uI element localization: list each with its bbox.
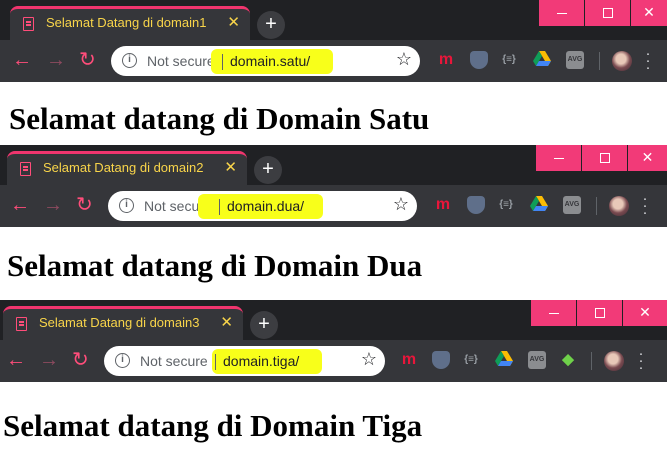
bookmark-star-icon[interactable]: ☆: [396, 49, 412, 70]
maximize-button[interactable]: [577, 300, 622, 326]
url-text[interactable]: domain.dua/: [227, 198, 304, 214]
extension-m-icon[interactable]: m: [400, 351, 418, 369]
maximize-button[interactable]: [582, 145, 627, 171]
minimize-button[interactable]: [539, 0, 584, 26]
reload-icon[interactable]: ↻: [79, 49, 96, 71]
bookmark-star-icon[interactable]: ☆: [361, 349, 377, 370]
tab-title: Selamat Datang di domain3: [39, 315, 200, 330]
menu-kebab-icon[interactable]: · · ·: [638, 346, 644, 375]
browser-chrome: Selamat Datang di domain2 ✕ + ✕ ← → ↻ i …: [0, 145, 667, 227]
tab-close-icon[interactable]: ✕: [224, 158, 237, 176]
new-tab-button[interactable]: +: [257, 11, 285, 39]
toolbar-divider: [599, 52, 600, 70]
profile-avatar[interactable]: [604, 351, 624, 371]
minimize-button[interactable]: [536, 145, 581, 171]
security-label: Not secure: [140, 353, 208, 369]
page-icon: [16, 317, 27, 331]
extension-m-icon[interactable]: m: [437, 51, 455, 69]
close-window-button[interactable]: ✕: [623, 300, 667, 326]
url-text[interactable]: domain.satu/: [230, 53, 310, 69]
json-viewer-icon[interactable]: {≡}: [500, 51, 518, 69]
minimize-icon: [548, 312, 559, 314]
browser-chrome: Selamat Datang di domain3 ✕ + ✕ ← → ↻ i …: [0, 300, 667, 382]
close-window-button[interactable]: ✕: [628, 145, 667, 171]
extension-m-icon[interactable]: m: [434, 196, 452, 214]
forward-arrow-icon[interactable]: →: [46, 49, 66, 71]
profile-avatar[interactable]: [609, 196, 629, 216]
profile-avatar[interactable]: [612, 51, 632, 71]
back-arrow-icon[interactable]: ←: [12, 49, 32, 71]
toolbar: ← → ↻ i Not secure domain.satu/ ☆ m {≡} …: [0, 40, 667, 82]
toolbar-divider: [591, 352, 592, 370]
shield-extension-icon[interactable]: [467, 196, 485, 214]
maximize-button[interactable]: [585, 0, 630, 26]
avg-extension-icon[interactable]: AVG: [563, 196, 581, 214]
google-drive-icon[interactable]: [533, 51, 551, 69]
back-arrow-icon[interactable]: ←: [6, 349, 26, 371]
tab-title: Selamat Datang di domain2: [43, 160, 204, 175]
tab-close-icon[interactable]: ✕: [220, 313, 233, 331]
page-heading: Selamat datang di Domain Tiga: [3, 408, 423, 443]
page-heading: Selamat datang di Domain Satu: [9, 101, 430, 136]
tab-strip: Selamat Datang di domain1 ✕ + ✕: [0, 0, 667, 40]
new-tab-button[interactable]: +: [250, 311, 278, 339]
minimize-button[interactable]: [531, 300, 576, 326]
address-bar[interactable]: i Not secure domain.satu/ ☆: [111, 46, 420, 76]
tab-active[interactable]: Selamat Datang di domain3 ✕: [3, 306, 243, 340]
info-icon[interactable]: i: [119, 198, 134, 213]
info-icon[interactable]: i: [115, 353, 130, 368]
google-drive-icon[interactable]: [530, 196, 548, 214]
tab-strip: Selamat Datang di domain2 ✕ + ✕: [0, 145, 667, 185]
url-separator: [219, 199, 220, 215]
json-viewer-icon[interactable]: {≡}: [497, 196, 515, 214]
avg-extension-icon[interactable]: AVG: [528, 351, 546, 369]
tab-active[interactable]: Selamat Datang di domain2 ✕: [7, 151, 247, 185]
maximize-icon: [599, 153, 610, 164]
toolbar: ← → ↻ i Not secure domain.dua/ ☆ m {≡} A…: [0, 185, 667, 227]
security-label: Not secure: [147, 53, 215, 69]
forward-arrow-icon[interactable]: →: [43, 194, 63, 216]
forward-arrow-icon[interactable]: →: [39, 349, 59, 371]
browser-chrome: Selamat Datang di domain1 ✕ + ✕ ← → ↻ i …: [0, 0, 667, 82]
tab-title: Selamat Datang di domain1: [46, 15, 207, 30]
minimize-icon: [553, 157, 564, 159]
shield-extension-icon[interactable]: [432, 351, 450, 369]
minimize-icon: [556, 12, 567, 14]
bookmark-star-icon[interactable]: ☆: [393, 194, 409, 215]
tab-strip: Selamat Datang di domain3 ✕ + ✕: [0, 300, 667, 340]
json-viewer-icon[interactable]: {≡}: [462, 351, 480, 369]
reload-icon[interactable]: ↻: [72, 349, 89, 371]
page-heading: Selamat datang di Domain Dua: [7, 248, 423, 283]
tab-close-icon[interactable]: ✕: [227, 13, 240, 31]
tab-active[interactable]: Selamat Datang di domain1 ✕: [10, 6, 250, 40]
url-text[interactable]: domain.tiga/: [223, 353, 299, 369]
url-separator: [222, 54, 223, 70]
close-window-button[interactable]: ✕: [631, 0, 667, 26]
new-tab-button[interactable]: +: [254, 156, 282, 184]
back-arrow-icon[interactable]: ←: [10, 194, 30, 216]
menu-kebab-icon[interactable]: · · ·: [642, 191, 648, 220]
extension-leaf-icon[interactable]: ◆: [559, 351, 577, 369]
google-drive-icon[interactable]: [495, 351, 513, 369]
page-icon: [23, 17, 34, 31]
maximize-icon: [602, 8, 613, 19]
shield-extension-icon[interactable]: [470, 51, 488, 69]
reload-icon[interactable]: ↻: [76, 194, 93, 216]
info-icon[interactable]: i: [122, 53, 137, 68]
address-bar[interactable]: i Not secure domain.dua/ ☆: [108, 191, 417, 221]
maximize-icon: [594, 308, 605, 319]
toolbar: ← → ↻ i Not secure domain.tiga/ ☆ m {≡} …: [0, 340, 667, 382]
page-icon: [20, 162, 31, 176]
menu-kebab-icon[interactable]: · · ·: [645, 46, 651, 75]
toolbar-divider: [596, 197, 597, 215]
url-separator: [215, 354, 216, 370]
avg-extension-icon[interactable]: AVG: [566, 51, 584, 69]
address-bar[interactable]: i Not secure domain.tiga/ ☆: [104, 346, 385, 376]
